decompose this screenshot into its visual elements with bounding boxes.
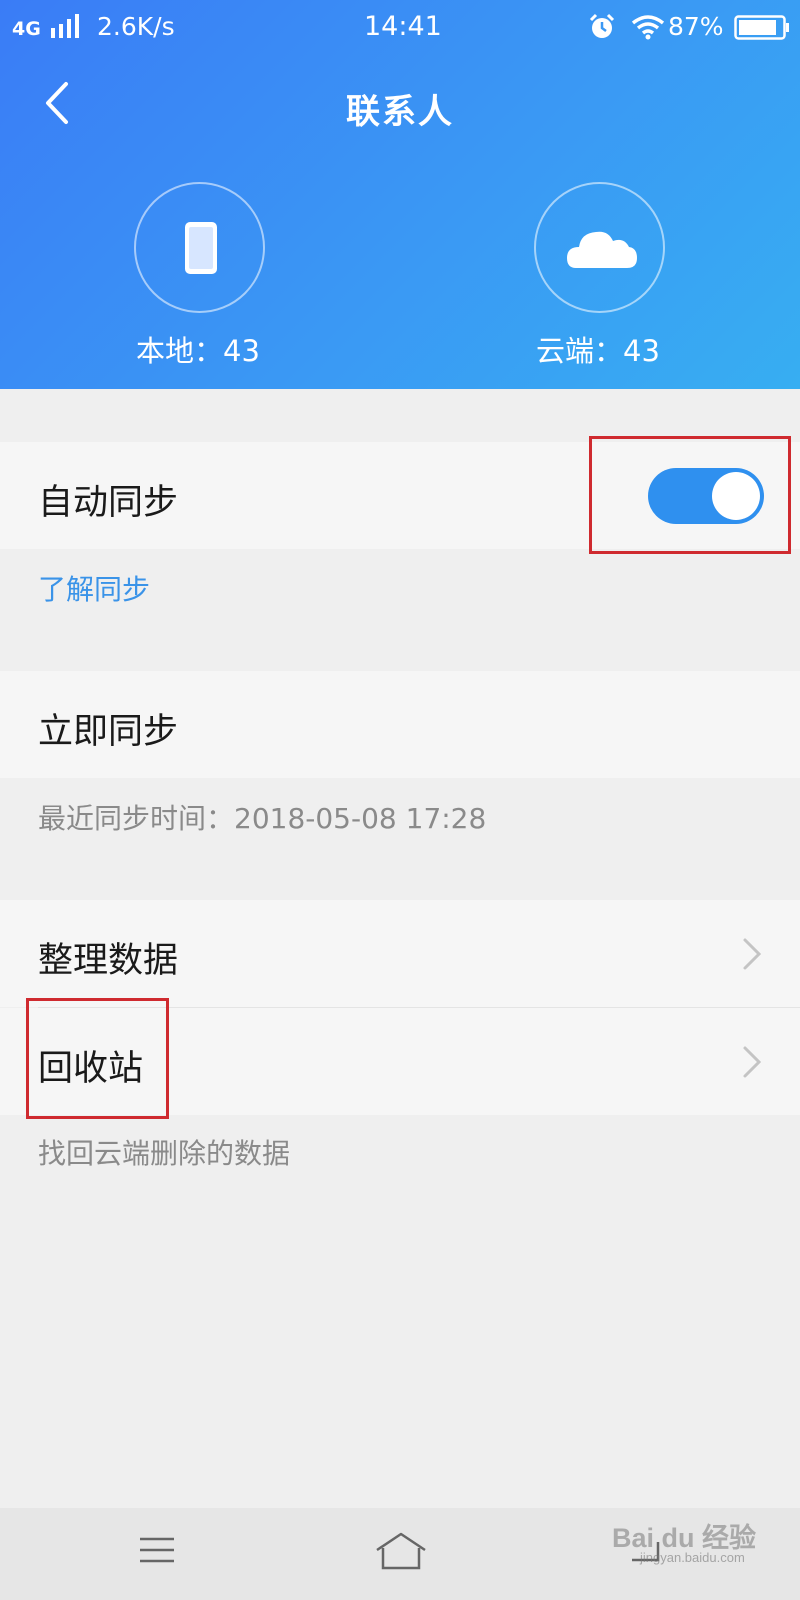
status-bar: 4G 2.6K/s 14:41 87%: [0, 0, 800, 54]
auto-sync-row: 自动同步: [0, 442, 800, 549]
cloud-contacts-circle: [534, 182, 665, 313]
network-type: 4G: [12, 18, 41, 40]
recycle-bin-row[interactable]: 回收站: [0, 1008, 800, 1115]
recycle-bin-hint: 找回云端删除的数据: [38, 1137, 291, 1170]
battery-icon: [734, 15, 789, 40]
last-sync-time: 最近同步时间：2018-05-08 17:28: [38, 802, 487, 835]
watermark-url: jingyan.baidu.com: [640, 1550, 745, 1565]
auto-sync-label: 自动同步: [38, 483, 179, 523]
local-contacts-circle: [134, 182, 265, 313]
menu-icon[interactable]: [138, 1530, 176, 1570]
phone-icon: [185, 222, 217, 274]
sync-now-label: 立即同步: [38, 712, 179, 752]
network-speed: 2.6K/s: [97, 12, 175, 41]
cloud-count: 云端：43: [536, 334, 660, 368]
wifi-icon: [631, 15, 665, 40]
toggle-knob: [712, 472, 760, 520]
page-title: 联系人: [346, 92, 454, 132]
local-count: 本地：43: [136, 334, 260, 368]
signal-icon: [51, 14, 79, 38]
auto-sync-toggle[interactable]: [648, 468, 764, 524]
chevron-right-icon: [743, 1046, 762, 1078]
clock: 14:41: [364, 11, 442, 42]
battery-percent: 87%: [668, 12, 724, 41]
header: 4G 2.6K/s 14:41 87% 联系人 本地：43 云端：43: [0, 0, 800, 389]
cloud-icon: [567, 231, 637, 268]
organize-data-label: 整理数据: [38, 941, 179, 981]
learn-sync-link[interactable]: 了解同步: [38, 568, 150, 608]
sync-now-row[interactable]: 立即同步: [0, 671, 800, 778]
chevron-right-icon: [743, 938, 762, 970]
alarm-icon: [589, 13, 615, 38]
recycle-bin-label: 回收站: [38, 1049, 144, 1089]
home-icon[interactable]: [374, 1530, 428, 1574]
organize-data-row[interactable]: 整理数据: [0, 900, 800, 1007]
